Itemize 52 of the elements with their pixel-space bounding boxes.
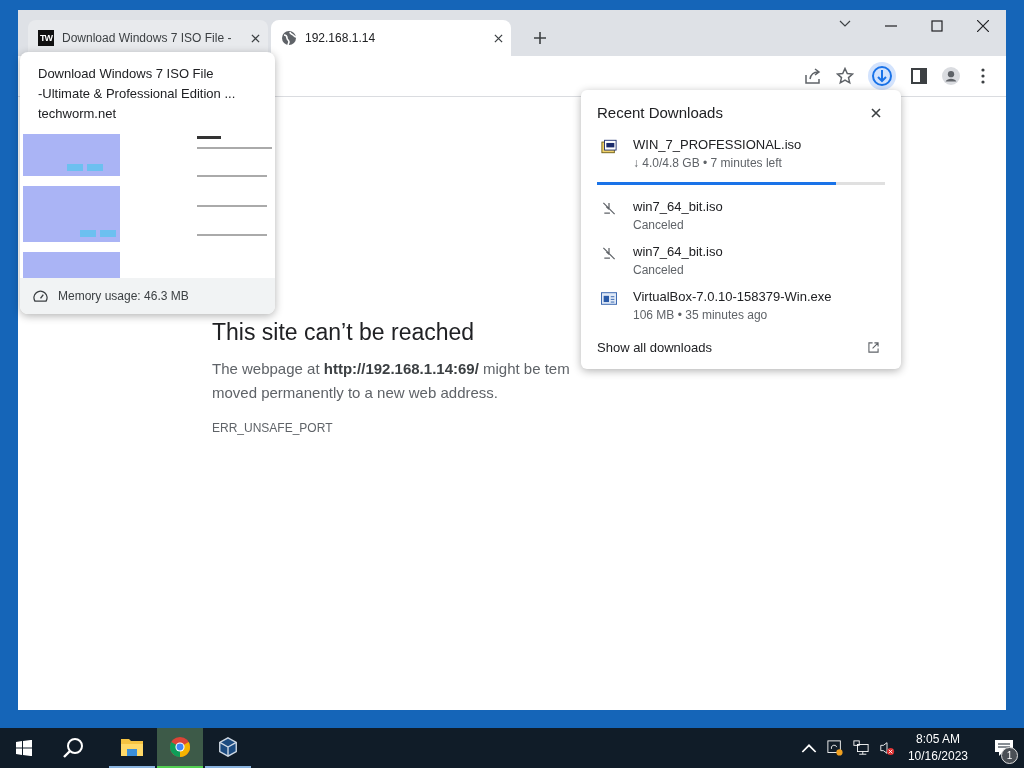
download-item[interactable]: win7_64_bit.iso Canceled (581, 238, 901, 283)
new-tab-icon[interactable] (534, 32, 546, 44)
side-panel-icon[interactable] (910, 67, 928, 85)
network-icon[interactable] (852, 740, 869, 756)
close-icon[interactable] (871, 107, 881, 118)
error-heading: This site can’t be reached (212, 319, 475, 345)
canceled-icon (601, 246, 617, 261)
download-status: ↓ 4.0/4.8 GB • 7 minutes left (633, 156, 783, 170)
external-link-icon (868, 342, 879, 353)
download-item[interactable]: VirtualBox-7.0.10-158379-Win.exe 106 MB • 35 minutes ago (581, 283, 901, 328)
muted-speaker-icon[interactable] (878, 740, 895, 756)
error-code: ERR_UNSAFE_PORT (212, 421, 333, 435)
site-logo: TW (38, 30, 54, 46)
panel-title: Recent Downloads (597, 104, 723, 121)
star-icon[interactable] (836, 67, 854, 85)
share-icon[interactable] (804, 67, 822, 85)
gauge-icon (33, 289, 48, 303)
start-icon[interactable] (16, 740, 32, 756)
notification-badge: 1 (1001, 747, 1018, 764)
installer-icon (601, 291, 617, 306)
error-text: The webpage at http://192.168.1.14:69/ might be tem (212, 359, 570, 379)
download-status: Canceled (633, 218, 685, 232)
disc-image-icon (601, 139, 617, 154)
clock[interactable]: 8:05 AM 10/16/2023 (907, 731, 968, 765)
show-all-link[interactable]: Show all downloads (581, 328, 901, 359)
file-name: WIN_7_PROFESSIONAL.iso (633, 137, 802, 152)
update-icon[interactable] (826, 740, 843, 756)
file-name: win7_64_bit.iso (633, 199, 723, 214)
file-name: VirtualBox-7.0.10-158379-Win.exe (633, 289, 832, 304)
page-title: Download Windows 7 ISO File (38, 65, 215, 83)
site-domain: techworm.net (38, 105, 118, 123)
memory-usage: Memory usage: 46.3 MB (58, 289, 189, 303)
download-icon[interactable] (868, 62, 896, 90)
globe-icon (281, 30, 297, 46)
close-icon[interactable] (251, 33, 260, 43)
error-text: moved permanently to a new web address. (212, 383, 498, 403)
folder-icon (120, 736, 144, 758)
chrome-icon (168, 736, 192, 758)
download-status: Canceled (633, 263, 685, 277)
search-icon[interactable] (62, 737, 84, 759)
close-icon[interactable] (494, 33, 503, 43)
browser-tab[interactable]: 192.168.1.14 (271, 20, 511, 56)
profile-icon[interactable] (942, 67, 960, 85)
cube-icon (216, 736, 240, 758)
download-status: 106 MB • 35 minutes ago (633, 308, 769, 322)
close-icon[interactable] (977, 20, 989, 32)
download-item[interactable]: win7_64_bit.iso Canceled (581, 193, 901, 238)
page-title: -Ultimate & Professional Edition ... (38, 85, 237, 103)
file-name: win7_64_bit.iso (633, 244, 723, 259)
download-item[interactable]: WIN_7_PROFESSIONAL.iso ↓ 4.0/4.8 GB • 7 minutes left (581, 131, 901, 176)
maximize-icon[interactable] (931, 20, 943, 32)
canceled-icon (601, 201, 617, 216)
